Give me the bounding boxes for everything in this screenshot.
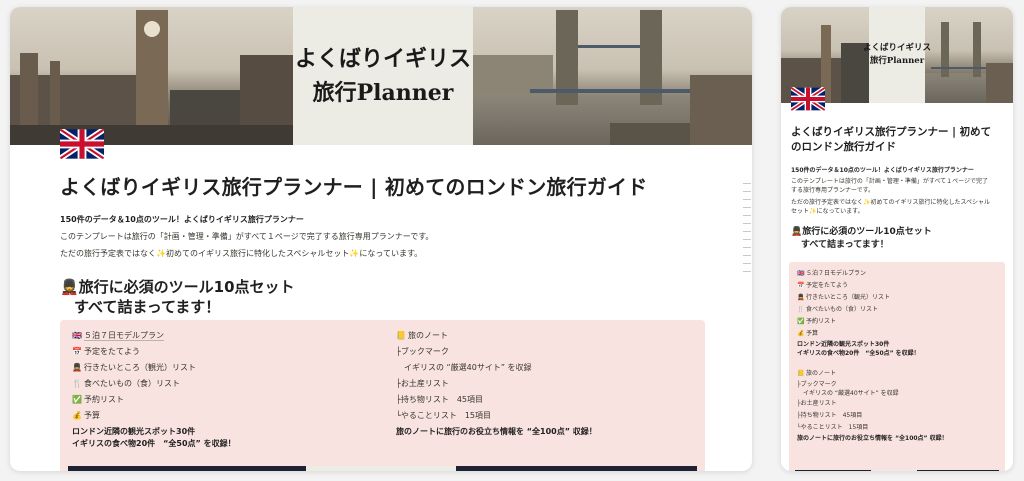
tool-item[interactable]: 📅 予定をたてよう: [797, 280, 997, 292]
tool-item[interactable]: ✅ 予約リスト: [72, 392, 372, 408]
page-title-line1: よくばりイギリス旅行プランナー | 初めて: [791, 126, 992, 138]
desktop-preview: よくばりイギリス 旅行Planner よくばりイギリス旅行プランナー | 初めて…: [10, 7, 752, 471]
tools-column-right: 📒 旅のノート ├ブックマーク イギリスの “厳選40サイト” を収録 ├お土産リ…: [396, 328, 696, 438]
tool-sub-item[interactable]: └やることリスト 15項目: [396, 408, 696, 424]
section-heading-line1: 💂旅行に必須のツール10点セット: [791, 227, 932, 237]
tools-column-left: 🇬🇧 ５泊７日モデルプラン 📅 予定をたてよう 💂 行きたいところ（観光）リスト 🍴 食…: [72, 328, 372, 450]
tool-item[interactable]: 🍴 食べたいもの（食）リスト: [72, 376, 372, 392]
tool-sub-item[interactable]: ├お土産リスト: [797, 398, 997, 410]
page-lead: 150件のデータ＆10点のツール！よくばりイギリス旅行プランナー: [60, 215, 304, 224]
tools-column: 🇬🇧 ５泊７日モデルプラン 📅 予定をたてよう 💂 行きたいところ（観光）リスト 🍴 食…: [797, 268, 997, 443]
section-heading-line2: すべて詰まってます！: [74, 298, 221, 316]
tools-note: イギリスの食べ物20件 “全50点” を収録！: [797, 350, 920, 357]
page-title-line2: のロンドン旅行ガイド: [791, 141, 896, 153]
banner-title-line1: よくばりイギリス: [863, 43, 932, 53]
outline-scrollbar[interactable]: [743, 183, 751, 279]
tool-item[interactable]: 📅 予定をたてよう: [72, 344, 372, 360]
page-paragraph-2: ただの旅行予定表ではなく✨初めてのイギリス旅行に特化したスペシャルセット✨になっ…: [60, 249, 423, 258]
tool-sub-item[interactable]: ├持ち物リスト 45項目: [797, 410, 997, 422]
page-paragraph-2: ただの旅行予定表ではなく✨初めてのイギリス旅行に特化したスペシャルセット✨になっ…: [791, 199, 991, 215]
tool-item[interactable]: 🇬🇧 ５泊７日モデルプラン: [72, 328, 372, 344]
tool-item[interactable]: 🇬🇧 ５泊７日モデルプラン: [797, 268, 997, 280]
section-heading-line1: 💂旅行に必須のツール10点セット: [60, 278, 295, 296]
tool-sub-item: イギリスの “厳選40サイト” を収録: [797, 390, 899, 397]
page-paragraph-1: このテンプレートは旅行の「計画・管理・準備」がすべて１ページで完了する旅行専用プ…: [60, 232, 434, 241]
tool-item[interactable]: 💰 予算: [797, 328, 997, 340]
page-lead: 150件のデータ＆10点のツール！よくばりイギリス旅行プランナー: [791, 167, 974, 174]
tool-item[interactable]: 📒 旅のノート: [396, 328, 696, 344]
page-title: よくばりイギリス旅行プランナー | 初めてのロンドン旅行ガイド: [60, 175, 648, 199]
tools-note: ロンドン近隣の観光スポット30件: [72, 427, 196, 436]
uk-flag-icon: [791, 87, 825, 111]
tools-note: イギリスの食べ物20件 “全50点” を収録！: [72, 439, 236, 448]
banner-title-line2: 旅行Planner: [869, 56, 925, 66]
uk-flag-icon: [60, 129, 104, 159]
banner-title: よくばりイギリス 旅行Planner: [863, 7, 931, 103]
tools-note: 旅のノートに旅行のお役立ち情報を “全100点” 収録！: [396, 427, 597, 436]
tool-item[interactable]: 💂 行きたいところ（観光）リスト: [72, 360, 372, 376]
tool-sub-item: イギリスの “厳選40サイト” を収録: [396, 363, 532, 372]
page-title: よくばりイギリス旅行プランナー | 初めて のロンドン旅行ガイド: [791, 125, 1003, 155]
tool-item[interactable]: 💂 行きたいところ（観光）リスト: [797, 292, 997, 304]
tool-item[interactable]: ✅ 予約リスト: [797, 316, 997, 328]
cover-banner: よくばりイギリス 旅行Planner: [10, 7, 752, 145]
tool-item[interactable]: 💰 予算: [72, 408, 372, 424]
gallery-thumbnails: [795, 470, 999, 471]
tool-item[interactable]: 🍴 食べたいもの（食）リスト: [797, 304, 997, 316]
banner-title-line1: よくばりイギリス: [294, 46, 471, 72]
banner-title-line2: 旅行Planner: [312, 80, 454, 106]
section-heading: 💂旅行に必須のツール10点セット すべて詰まってます！: [791, 226, 1003, 252]
tools-callout: 🇬🇧 ５泊７日モデルプラン 📅 予定をたてよう 💂 行きたいところ（観光）リスト 🍴 食…: [60, 320, 705, 471]
page-paragraph-1: このテンプレートは旅行の「計画・管理・準備」がすべて１ページで完了する旅行専用プ…: [791, 178, 989, 194]
section-heading-line2: すべて詰まってます！: [801, 240, 889, 250]
tools-note: ロンドン近隣の観光スポット30件: [797, 341, 890, 348]
tool-item[interactable]: 📒 旅のノート: [797, 368, 997, 380]
tools-callout: 🇬🇧 ５泊７日モデルプラン 📅 予定をたてよう 💂 行きたいところ（観光）リスト 🍴 食…: [789, 262, 1005, 471]
tool-sub-item[interactable]: ├ブックマーク: [396, 344, 696, 360]
tool-sub-item[interactable]: ├お土産リスト: [396, 376, 696, 392]
banner-title: よくばりイギリス 旅行Planner: [293, 7, 473, 145]
mobile-preview: よくばりイギリス 旅行Planner よくばりイギリス旅行プランナー | 初めて…: [781, 7, 1013, 471]
tool-sub-item[interactable]: └やることリスト 15項目: [797, 422, 997, 434]
gallery-thumbnails: [68, 466, 697, 471]
tool-sub-item[interactable]: ├持ち物リスト 45項目: [396, 392, 696, 408]
tool-sub-item[interactable]: ├ブックマーク: [797, 380, 997, 389]
tools-note: 旅のノートに旅行のお役立ち情報を “全100点” 収録！: [797, 435, 948, 442]
section-heading: 💂旅行に必須のツール10点セット すべて詰まってます！: [60, 277, 705, 317]
